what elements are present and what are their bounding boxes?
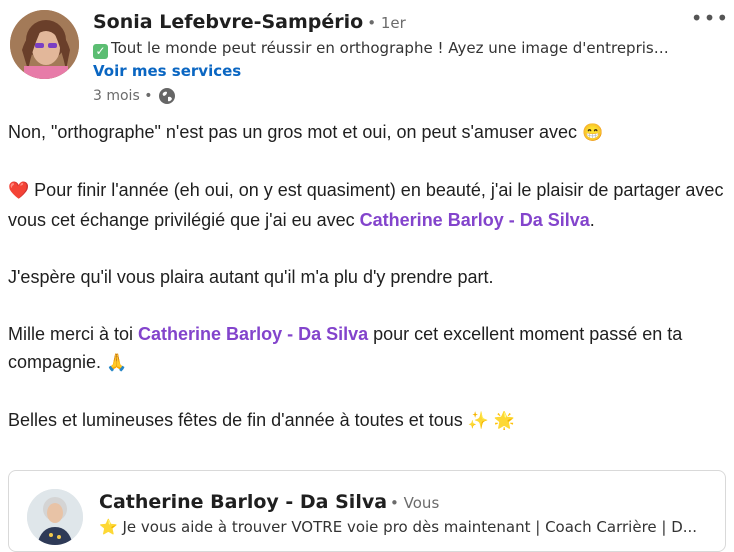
sparkles-emoji: ✨ 🌟 <box>467 411 515 430</box>
post-body: Non, "orthographe" n'est pas un gros mot… <box>8 118 724 436</box>
globe-icon <box>159 88 176 104</box>
post-text: Belles et lumineuses fêtes de fin d'anné… <box>8 410 463 430</box>
shared-profile-tagline-text: Je vous aide à trouver VOTRE voie pro dè… <box>122 518 698 536</box>
shared-profile-avatar[interactable] <box>27 489 83 545</box>
post-paragraph: Belles et lumineuses fêtes de fin d'anné… <box>8 406 724 436</box>
connection-degree: • 1er <box>367 14 406 32</box>
more-options-button[interactable]: ••• <box>690 8 730 34</box>
post-paragraph: Mille merci à toi Catherine Barloy - Da … <box>8 320 724 378</box>
author-name-text[interactable]: Sonia Lefebvre-Sampério <box>93 11 363 33</box>
post-meta: 3 mois • <box>93 87 176 105</box>
mention-link[interactable]: Catherine Barloy - Da Silva <box>138 324 368 344</box>
post-time: 3 mois • <box>93 88 153 104</box>
post-paragraph: ❤️ Pour finir l'année (eh oui, on y est … <box>8 176 724 234</box>
post-text: Mille merci à toi <box>8 323 139 344</box>
more-horizontal-icon: ••• <box>690 6 730 30</box>
grinning-emoji: 😁 <box>582 123 604 142</box>
shared-profile-name[interactable]: Catherine Barloy - Da Silva • Vous <box>99 491 439 513</box>
post-text: . <box>589 209 595 230</box>
checkmark-icon: ✓ <box>93 44 108 59</box>
author-avatar[interactable] <box>10 10 79 79</box>
author-tagline: ✓ Tout le monde peut réussir en orthograp… <box>93 39 673 59</box>
shared-profile-card[interactable]: Catherine Barloy - Da Silva • Vous ⭐ Je v… <box>8 470 726 552</box>
shared-profile-name-text[interactable]: Catherine Barloy - Da Silva <box>99 491 387 513</box>
post-paragraph: Non, "orthographe" n'est pas un gros mot… <box>8 118 724 148</box>
star-icon: ⭐ <box>99 518 118 536</box>
view-services-link[interactable]: Voir mes services <box>93 62 241 80</box>
mention-link[interactable]: Catherine Barloy - Da Silva <box>360 210 590 230</box>
praying-hands-emoji: 🙏 <box>106 353 128 372</box>
shared-profile-tagline: ⭐ Je vous aide à trouver VOTRE voie pro … <box>99 518 699 536</box>
heart-emoji: ❤️ <box>8 181 30 200</box>
author-tagline-text: Tout le monde peut réussir en orthograph… <box>111 39 673 57</box>
post-text: Non, "orthographe" n'est pas un gros mot… <box>8 122 577 142</box>
you-label: • Vous <box>390 494 440 512</box>
post-paragraph: J'espère qu'il vous plaira autant qu'il … <box>8 266 494 287</box>
author-name[interactable]: Sonia Lefebvre-Sampério • 1er <box>93 11 406 33</box>
